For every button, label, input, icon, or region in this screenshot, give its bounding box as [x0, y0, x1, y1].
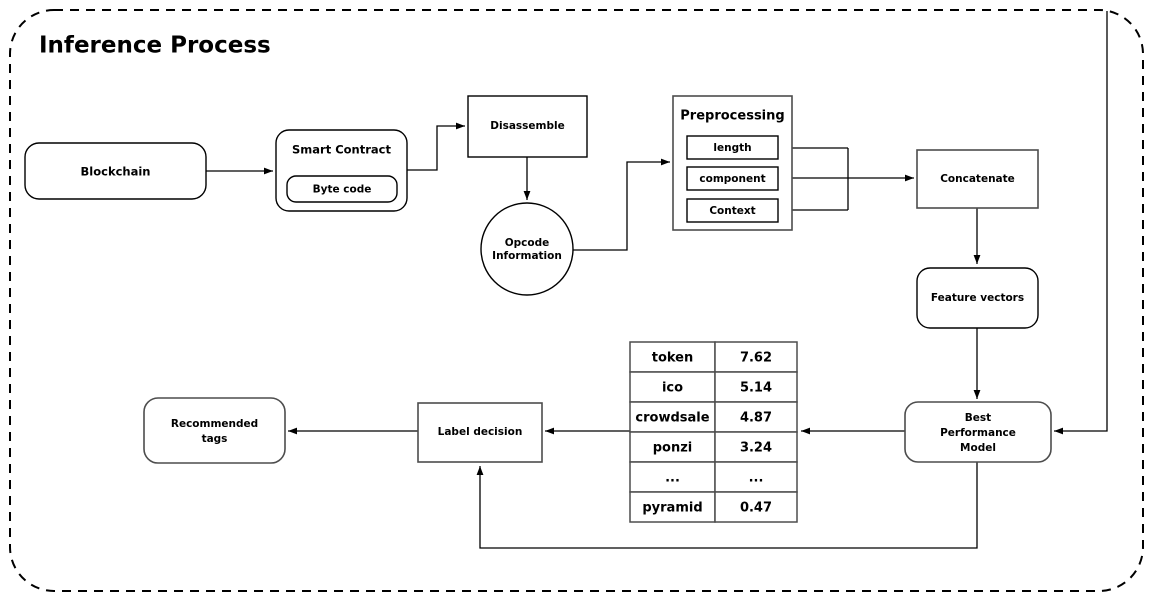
node-feature-vectors-label: Feature vectors — [931, 292, 1024, 304]
table-cell-score: 0.47 — [740, 501, 772, 516]
connector-smartcontract-to-disassemble — [407, 122, 465, 171]
table-cell-tag: pyramid — [642, 501, 702, 516]
connector-opcode-to-preprocessing — [573, 158, 670, 251]
node-feature-vectors[interactable]: Feature vectors — [916, 267, 1039, 329]
node-opcode-label-line2: Information — [492, 250, 562, 262]
diagram-canvas: Inference Process Blockchain Smart Contr… — [9, 9, 1144, 592]
node-blockchain[interactable]: Blockchain — [24, 142, 207, 200]
inference-process-diagram: Inference Process Blockchain Smart Contr… — [0, 0, 1153, 601]
node-opcode-information[interactable]: Opcode Information — [480, 202, 574, 296]
table-cell-tag: ico — [662, 381, 683, 396]
node-best-model-label-line2: Performance — [940, 427, 1016, 439]
table-cell-tag: ... — [665, 471, 680, 486]
node-recommended-tags-label-line1: Recommended — [171, 418, 258, 430]
node-best-model-label-line3: Model — [960, 442, 996, 454]
node-smart-contract[interactable]: Smart Contract Byte code — [275, 129, 408, 212]
node-preprocessing-label: Preprocessing — [680, 109, 784, 124]
node-best-performance-model[interactable]: Best Performance Model — [904, 401, 1052, 463]
node-blockchain-label: Blockchain — [81, 165, 151, 179]
node-concatenate[interactable]: Concatenate — [916, 149, 1039, 209]
node-opcode-shape — [480, 202, 574, 296]
node-opcode-label-line1: Opcode — [505, 237, 550, 249]
node-concatenate-label: Concatenate — [940, 173, 1015, 185]
node-label-decision-label: Label decision — [438, 426, 523, 438]
table-cell-tag: crowdsale — [635, 411, 709, 426]
node-recommended-tags-label-line2: tags — [202, 433, 228, 445]
node-feature-context-label: Context — [709, 205, 755, 217]
node-preprocessing[interactable]: Preprocessing length component Context — [672, 95, 793, 231]
page-title: Inference Process — [39, 33, 271, 59]
node-best-model-label-line1: Best — [965, 412, 991, 424]
node-feature-component-label: component — [699, 173, 765, 185]
node-feature-length-label: length — [713, 142, 751, 154]
node-recommended-tags-shape — [143, 397, 286, 464]
node-label-decision[interactable]: Label decision — [417, 402, 543, 463]
table-cell-tag: token — [652, 351, 694, 366]
node-byte-code-label: Byte code — [313, 184, 372, 196]
node-disassemble-label: Disassemble — [490, 120, 564, 132]
table-cell-score: 4.87 — [740, 411, 772, 426]
connector-external-to-bestmodel — [1054, 11, 1108, 435]
table-cell-score: 3.24 — [740, 441, 772, 456]
node-recommended-tags[interactable]: Recommended tags — [143, 397, 286, 464]
table-cell-tag: ponzi — [653, 441, 693, 456]
table-cell-score: ... — [749, 471, 764, 486]
table-cell-score: 5.14 — [740, 381, 772, 396]
score-table: token 7.62 ico 5.14 crowdsale 4.87 ponzi… — [629, 341, 798, 523]
table-cell-score: 7.62 — [740, 351, 772, 366]
node-disassemble[interactable]: Disassemble — [467, 95, 588, 158]
node-smart-contract-label: Smart Contract — [292, 143, 391, 157]
